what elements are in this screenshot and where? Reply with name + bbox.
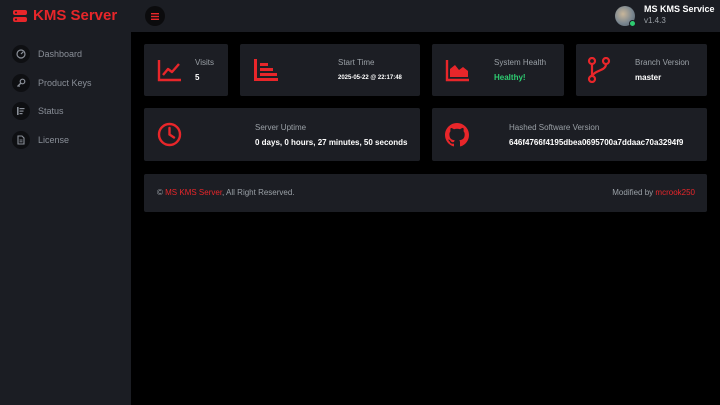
line-chart-icon bbox=[157, 60, 181, 82]
hashed-version-value: 646f4766f4195dbea0695700a7ddaac70a3294f9 bbox=[509, 138, 684, 147]
server-uptime-card: Server Uptime 0 days, 0 hours, 27 minute… bbox=[144, 108, 420, 161]
sidebar-item-dashboard[interactable]: Dashboard bbox=[12, 45, 82, 63]
area-chart-icon bbox=[445, 60, 469, 82]
sidebar-item-license[interactable]: License bbox=[12, 131, 69, 149]
author-link[interactable]: mcrook250 bbox=[655, 188, 695, 197]
visits-value: 5 bbox=[195, 73, 200, 82]
system-health-card: System Health Healthy! bbox=[432, 44, 564, 96]
document-icon bbox=[12, 131, 30, 149]
avatar[interactable] bbox=[615, 6, 636, 27]
copyright-symbol: © bbox=[157, 188, 163, 197]
footer-rights-text: , All Right Reserved. bbox=[222, 188, 295, 197]
start-time-value: 2025-05-22 @ 22:17:48 bbox=[338, 75, 402, 81]
footer-copyright: © MS KMS Server, All Right Reserved. bbox=[157, 188, 295, 197]
server-icon bbox=[13, 10, 27, 22]
git-branch-icon bbox=[587, 57, 611, 83]
sidebar-item-product-keys[interactable]: Product Keys bbox=[12, 74, 92, 92]
server-uptime-label: Server Uptime bbox=[255, 123, 307, 132]
footer-credit: Modified by mcrook250 bbox=[612, 188, 695, 197]
sidebar-toggle-button[interactable] bbox=[145, 6, 165, 26]
footer-site-link[interactable]: MS KMS Server bbox=[165, 188, 222, 197]
brand-title: KMS Server bbox=[33, 7, 118, 24]
system-health-label: System Health bbox=[494, 58, 547, 67]
sidebar-item-label: License bbox=[38, 135, 70, 145]
hamburger-icon bbox=[151, 12, 159, 20]
visits-label: Visits bbox=[195, 58, 214, 67]
start-time-card: Start Time 2025-05-22 @ 22:17:48 bbox=[240, 44, 420, 96]
sidebar-item-label: Status bbox=[38, 106, 64, 116]
modified-by-label: Modified by bbox=[612, 188, 654, 197]
github-icon bbox=[445, 123, 469, 147]
brand-logo[interactable]: KMS Server bbox=[12, 7, 117, 25]
branch-version-label: Branch Version bbox=[635, 58, 690, 67]
sidebar-item-status[interactable]: Status bbox=[12, 102, 64, 120]
start-time-label: Start Time bbox=[338, 58, 375, 67]
branch-version-card: Branch Version master bbox=[576, 44, 707, 96]
key-icon bbox=[12, 74, 30, 92]
sidebar-item-label: Dashboard bbox=[38, 49, 83, 59]
online-status-indicator bbox=[629, 20, 636, 27]
service-name: MS KMS Service bbox=[644, 4, 715, 14]
top-bar: KMS Server MS KMS Service v1.4.3 bbox=[0, 0, 720, 32]
sidebar-item-label: Product Keys bbox=[38, 78, 92, 88]
server-uptime-value: 0 days, 0 hours, 27 minutes, 50 seconds bbox=[255, 138, 408, 147]
bar-chart-icon bbox=[254, 59, 278, 81]
branch-version-value: master bbox=[635, 73, 662, 82]
sidebar: Dashboard Product Keys Status License bbox=[0, 32, 131, 405]
system-health-value: Healthy! bbox=[494, 73, 526, 82]
list-icon bbox=[12, 102, 30, 120]
visits-card: Visits 5 bbox=[144, 44, 228, 96]
service-version: v1.4.3 bbox=[644, 16, 666, 25]
clock-icon bbox=[157, 122, 182, 147]
footer: © MS KMS Server, All Right Reserved. Mod… bbox=[144, 174, 707, 212]
hashed-version-card: Hashed Software Version 646f4766f4195dbe… bbox=[432, 108, 707, 161]
dashboard-icon bbox=[12, 45, 30, 63]
hashed-version-label: Hashed Software Version bbox=[509, 123, 600, 132]
